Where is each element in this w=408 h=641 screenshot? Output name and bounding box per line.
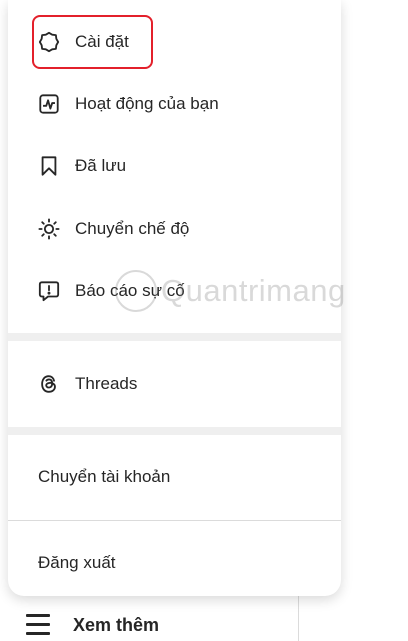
menu-item-activity[interactable]: Hoạt động của bạn xyxy=(8,78,341,130)
logout-label: Đăng xuất xyxy=(38,553,116,572)
menu-item-label: Cài đặt xyxy=(75,32,129,51)
menu-account-group: Chuyển tài khoản Đăng xuất xyxy=(8,435,341,596)
switch-accounts-button[interactable]: Chuyển tài khoản xyxy=(8,435,341,519)
menu-threads-group: Threads xyxy=(8,341,341,427)
menu-item-label: Chuyển chế độ xyxy=(75,219,190,238)
menu-item-label: Báo cáo sự cố xyxy=(75,281,185,300)
more-menu-panel: Cài đặt Hoạt động của bạn Đã lưu Chuyển … xyxy=(8,0,341,596)
logout-button[interactable]: Đăng xuất xyxy=(8,521,341,596)
menu-item-threads[interactable]: Threads xyxy=(8,358,341,410)
gear-icon xyxy=(38,31,60,53)
switch-accounts-label: Chuyển tài khoản xyxy=(38,467,171,486)
menu-item-label: Đã lưu xyxy=(75,156,127,175)
see-more-label: Xem thêm xyxy=(73,614,160,635)
menu-icon xyxy=(26,614,50,636)
activity-icon xyxy=(38,93,60,115)
threads-icon xyxy=(38,373,60,395)
sun-icon xyxy=(38,218,60,240)
menu-item-saved[interactable]: Đã lưu xyxy=(8,140,341,192)
menu-item-switch-appearance[interactable]: Chuyển chế độ xyxy=(8,203,341,255)
section-separator xyxy=(8,427,341,435)
menu-item-settings[interactable]: Cài đặt xyxy=(8,16,341,68)
menu-main-group: Cài đặt Hoạt động của bạn Đã lưu Chuyển … xyxy=(8,0,341,333)
sidebar-divider xyxy=(298,590,299,641)
see-more-button[interactable]: Xem thêm xyxy=(26,614,159,636)
menu-item-report-problem[interactable]: Báo cáo sự cố xyxy=(8,265,341,317)
bookmark-icon xyxy=(38,155,60,177)
menu-item-label: Threads xyxy=(75,374,138,393)
section-separator xyxy=(8,333,341,341)
menu-item-label: Hoạt động của bạn xyxy=(75,94,219,113)
report-icon xyxy=(38,280,60,302)
